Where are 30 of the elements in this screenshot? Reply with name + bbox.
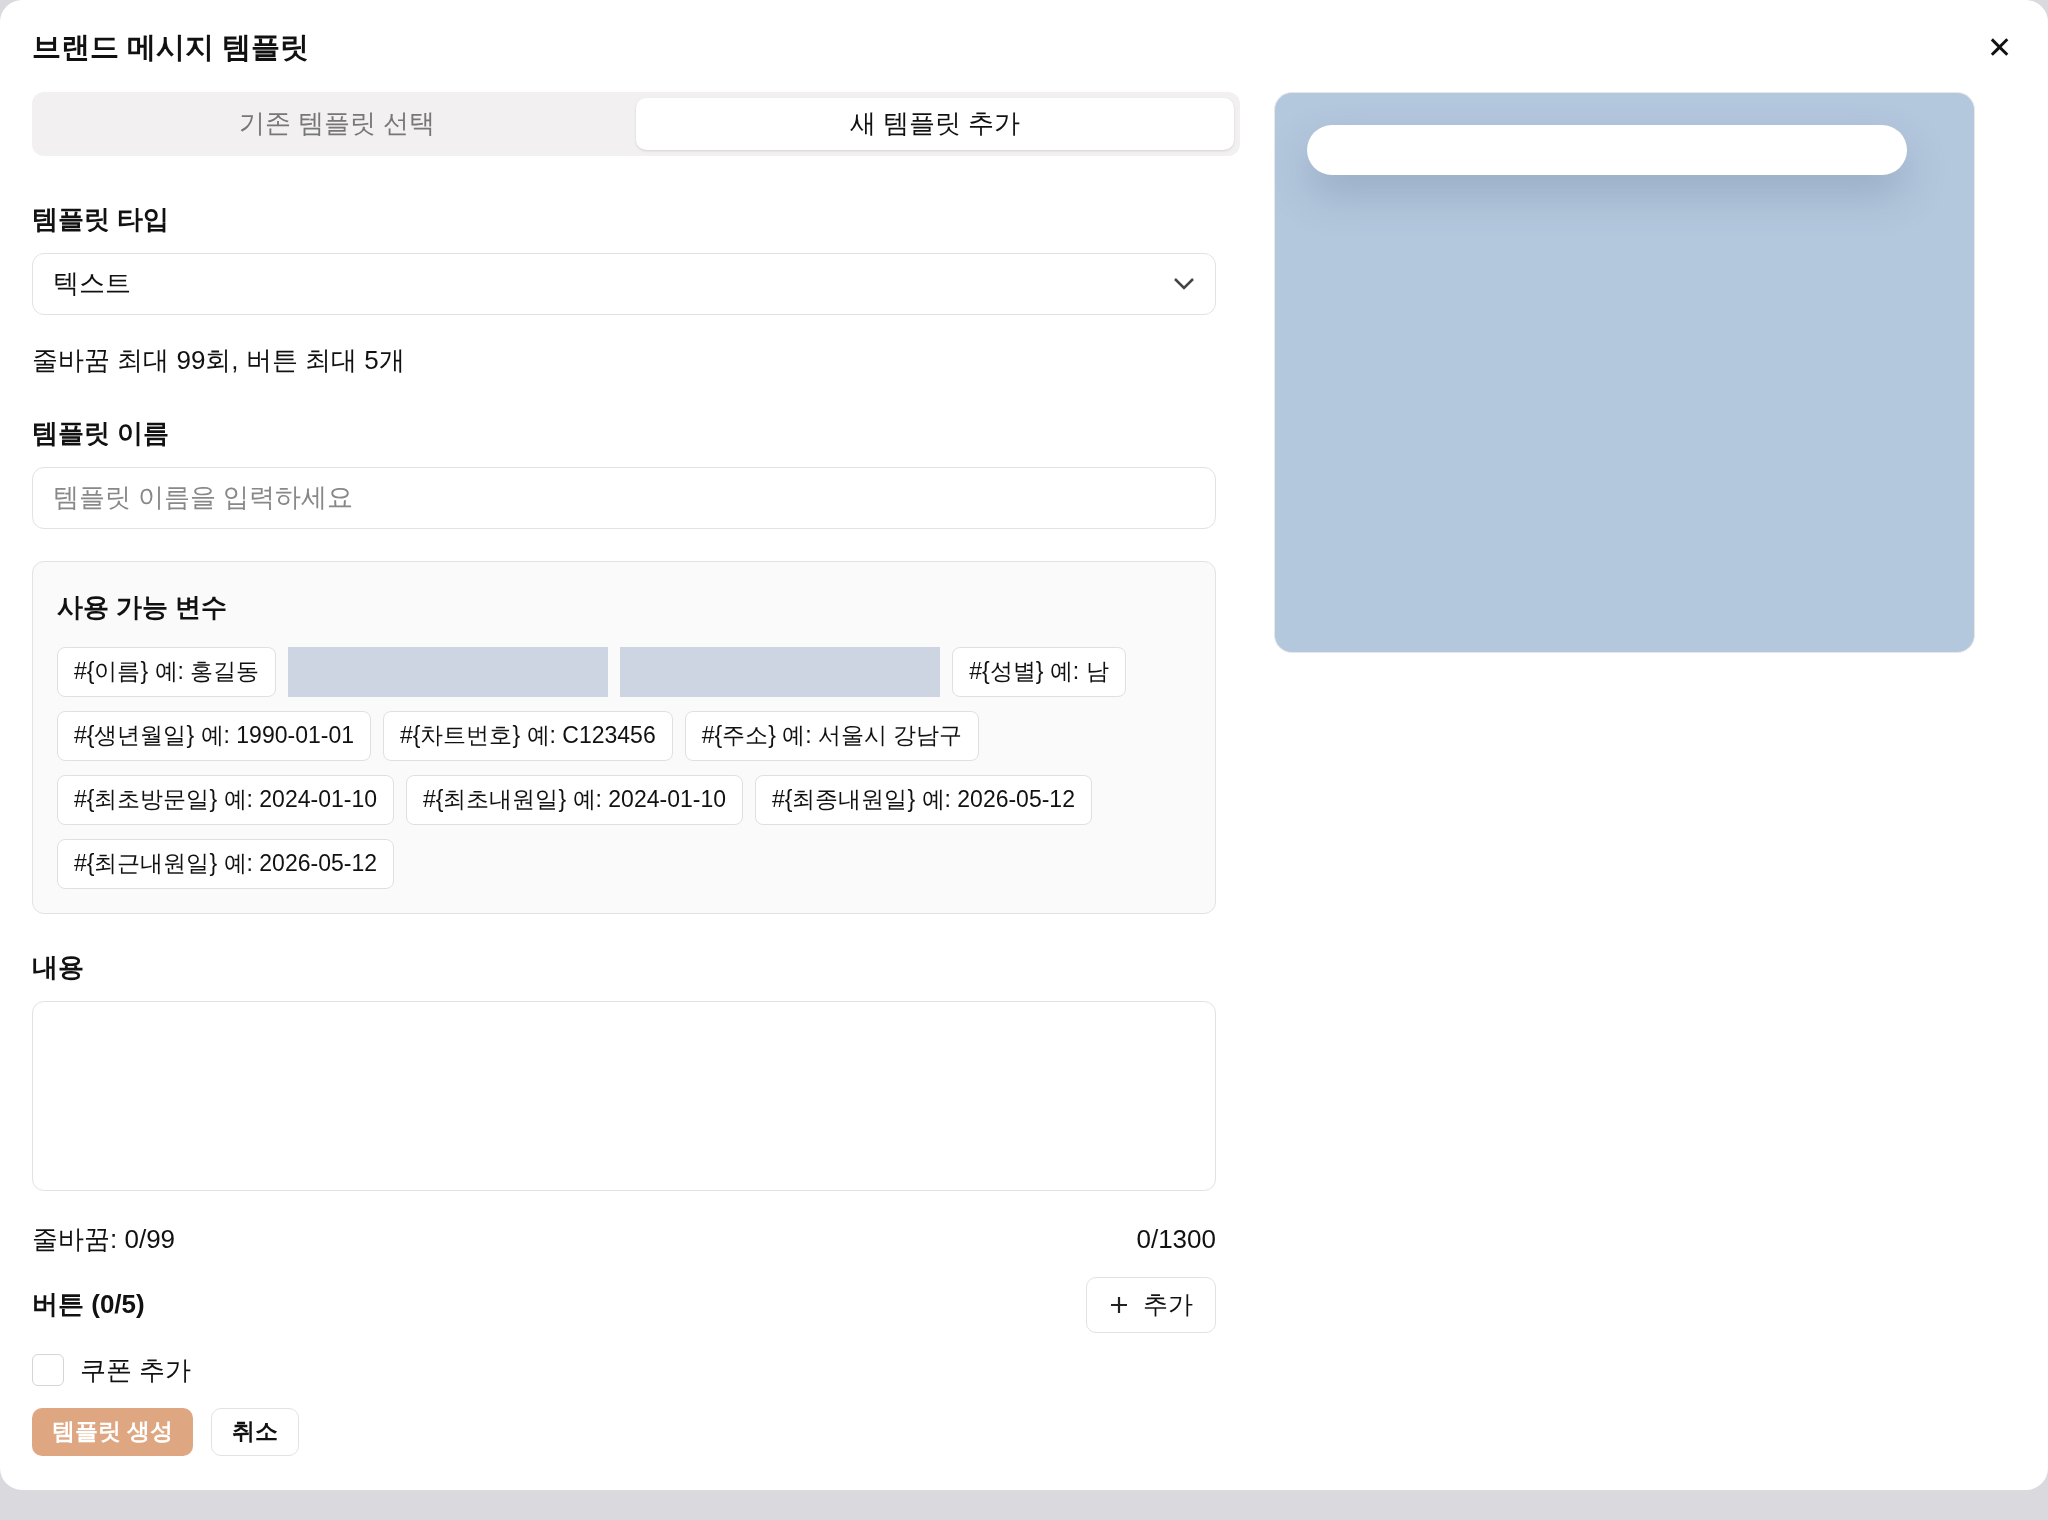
close-button[interactable]: ✕ xyxy=(1987,32,2012,63)
line-break-count: 줄바꿈: 0/99 xyxy=(32,1222,176,1256)
buttons-label: 버튼 (0/5) xyxy=(32,1288,145,1321)
variable-chip[interactable]: #{최초방문일} 예: 2024-01-10 xyxy=(57,774,394,825)
variable-chip[interactable]: #{최근내원일} 예: 2026-05-12 xyxy=(57,838,394,889)
variable-chip[interactable]: #{최초내원일} 예: 2024-01-10 xyxy=(406,774,743,825)
content-textarea[interactable] xyxy=(32,1000,1216,1191)
name-input[interactable]: 템플릿 이름을 입력하세요 xyxy=(32,466,1216,529)
add-button[interactable]: 추가 xyxy=(1086,1276,1216,1333)
type-select[interactable]: 텍스트 xyxy=(32,252,1216,315)
variable-chip[interactable]: #{차트번호} 예: C123456 xyxy=(383,710,673,761)
coupon-checkbox[interactable] xyxy=(32,1354,64,1386)
panel-title: 사용 가능 변수 xyxy=(57,590,229,624)
cancel-button[interactable]: 취소 xyxy=(211,1407,300,1456)
character-count: 0/1300 xyxy=(1136,1222,1216,1256)
hint-text: 줄바꿈 최대 99회, 버튼 최대 5개 xyxy=(32,343,406,377)
chevron-down-icon xyxy=(1173,276,1195,291)
tab[interactable]: 새 템플릿 추가 xyxy=(636,97,1234,150)
variable-chip[interactable]: #{주소} 예: 서울시 강남구 xyxy=(684,710,980,761)
dialog-title: 브랜드 메시지 템플릿 xyxy=(32,30,310,65)
variable-chip[interactable]: #{성별} 예: 남 xyxy=(952,646,1126,697)
variable-chip[interactable]: #{최종내원일} 예: 2026-05-12 xyxy=(754,774,1092,825)
variable-chip[interactable]: #{생년월일} 예: 1990-01-01 xyxy=(57,710,371,761)
field-label: 템플릿 타입 xyxy=(32,202,171,236)
tab[interactable]: 기존 템플릿 선택 xyxy=(38,97,636,150)
plus-icon xyxy=(1109,1294,1129,1315)
field-label: 템플릿 이름 xyxy=(32,416,171,450)
field-label: 내용 xyxy=(32,950,85,984)
coupon-label: 쿠폰 추가 xyxy=(80,1353,192,1387)
variable-chip[interactable]: #{이름} 예: 홍길동 xyxy=(57,646,277,697)
